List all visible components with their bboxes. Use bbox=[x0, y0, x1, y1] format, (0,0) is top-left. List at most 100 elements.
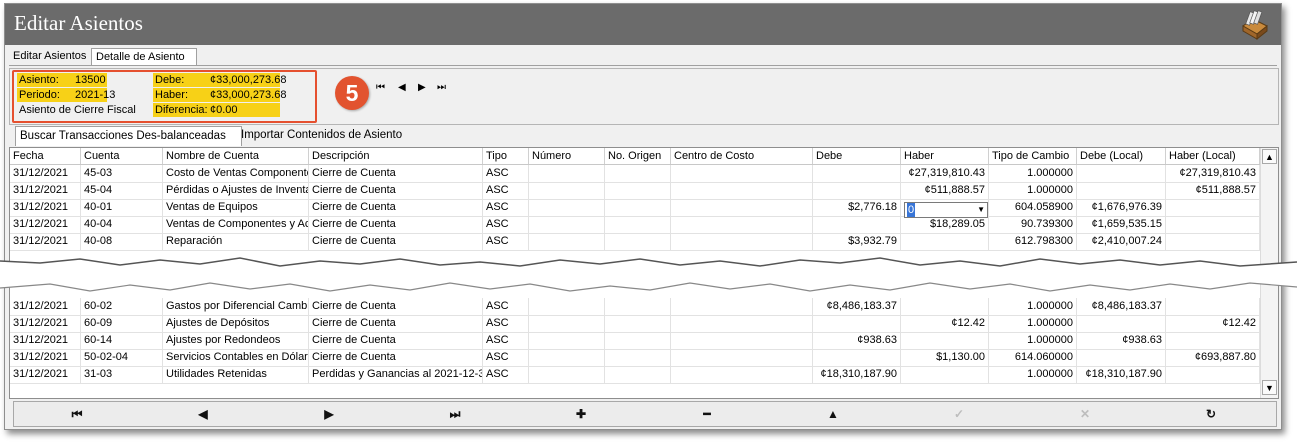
grid-cell[interactable]: 31/12/2021 bbox=[10, 298, 81, 315]
grid-cell[interactable]: Cierre de Cuenta bbox=[309, 165, 483, 182]
dropdown-arrow-icon[interactable]: ▼ bbox=[977, 203, 985, 217]
grid-cell[interactable]: ASC bbox=[483, 366, 529, 383]
grid-cell[interactable]: 31/12/2021 bbox=[10, 199, 81, 216]
grid-cell[interactable]: ¢27,319,810.43 bbox=[1166, 165, 1260, 182]
grid-cell[interactable]: ASC bbox=[483, 182, 529, 199]
cancel-edit-icon[interactable]: ✕ bbox=[1022, 402, 1148, 426]
grid-cell[interactable] bbox=[1166, 199, 1260, 216]
col-header-cuenta[interactable]: Cuenta bbox=[81, 148, 163, 164]
grid-cell[interactable]: 31/12/2021 bbox=[10, 216, 81, 233]
col-header-nombre-cuenta[interactable]: Nombre de Cuenta bbox=[163, 148, 309, 164]
grid-cell[interactable]: $2,776.18 bbox=[813, 199, 901, 216]
grid-cell[interactable] bbox=[901, 366, 989, 383]
grid-cell[interactable]: Cierre de Cuenta bbox=[309, 233, 483, 250]
grid-cell[interactable]: Ajustes de Depósitos bbox=[163, 315, 309, 332]
grid-cell[interactable]: ¢12.42 bbox=[901, 315, 989, 332]
first-asiento-icon[interactable]: ⏮ bbox=[376, 82, 385, 93]
grid-cell[interactable]: Cierre de Cuenta bbox=[309, 216, 483, 233]
grid-cell[interactable] bbox=[671, 233, 813, 250]
col-header-numero[interactable]: Número bbox=[529, 148, 605, 164]
grid-cell[interactable]: ASC bbox=[483, 315, 529, 332]
grid-cell[interactable]: Cierre de Cuenta bbox=[309, 182, 483, 199]
tab-importar-contenidos[interactable]: Importar Contenidos de Asiento bbox=[237, 126, 425, 145]
grid-cell[interactable]: 604.058900 bbox=[989, 199, 1077, 216]
grid-cell[interactable] bbox=[529, 349, 605, 366]
grid-cell[interactable] bbox=[529, 332, 605, 349]
next-asiento-icon[interactable]: ▶ bbox=[418, 82, 426, 93]
first-record-icon[interactable]: ⏮ bbox=[14, 402, 140, 426]
grid-cell[interactable] bbox=[901, 298, 989, 315]
scroll-up-icon[interactable]: ▲ bbox=[1262, 149, 1277, 164]
grid-cell[interactable]: Costo de Ventas Componente bbox=[163, 165, 309, 182]
grid-cell[interactable]: $1,130.00 bbox=[901, 349, 989, 366]
grid-cell[interactable]: 31-03 bbox=[81, 366, 163, 383]
tab-editar-asientos[interactable]: Editar Asientos bbox=[9, 48, 95, 66]
grid-cell[interactable]: Ajustes por Redondeos bbox=[163, 332, 309, 349]
table-row[interactable]: 31/12/2021 45-03 Costo de Ventas Component… bbox=[10, 165, 1260, 183]
grid-cell[interactable]: Cierre de Cuenta bbox=[309, 315, 483, 332]
grid-cell[interactable]: ASC bbox=[483, 233, 529, 250]
grid-cell[interactable]: ¢1,659,535.15 bbox=[1077, 216, 1166, 233]
grid-cell[interactable]: Ventas de Componentes y Acc bbox=[163, 216, 309, 233]
grid-cell[interactable] bbox=[529, 366, 605, 383]
grid-cell[interactable]: ¢8,486,183.37 bbox=[813, 298, 901, 315]
grid-cell[interactable]: ASC bbox=[483, 349, 529, 366]
grid-cell[interactable]: 1.000000 bbox=[989, 366, 1077, 383]
table-row[interactable]: 31/12/2021 31-03 Utilidades Retenidas Perdi… bbox=[10, 366, 1260, 384]
grid-cell[interactable] bbox=[1166, 216, 1260, 233]
grid-cell[interactable]: Cierre de Cuenta bbox=[309, 298, 483, 315]
grid-cell[interactable]: ¢12.42 bbox=[1166, 315, 1260, 332]
grid-cell[interactable]: Pérdidas o Ajustes de Inventa bbox=[163, 182, 309, 199]
grid-cell[interactable] bbox=[901, 233, 989, 250]
grid-cell[interactable] bbox=[813, 315, 901, 332]
grid-cell[interactable]: ¢2,410,007.24 bbox=[1077, 233, 1166, 250]
grid-cell[interactable]: ASC bbox=[483, 298, 529, 315]
grid-cell[interactable] bbox=[605, 332, 671, 349]
grid-cell[interactable] bbox=[901, 332, 989, 349]
grid-cell[interactable] bbox=[671, 315, 813, 332]
col-header-haber-local[interactable]: Haber (Local) bbox=[1166, 148, 1260, 164]
grid-cell[interactable] bbox=[813, 216, 901, 233]
grid-cell[interactable]: ¢18,310,187.90 bbox=[813, 366, 901, 383]
grid-cell[interactable]: ¢1,676,976.39 bbox=[1077, 199, 1166, 216]
grid-cell[interactable] bbox=[605, 165, 671, 182]
grid-cell[interactable]: ASC bbox=[483, 199, 529, 216]
grid-cell[interactable]: 614.060000 bbox=[989, 349, 1077, 366]
grid-cell[interactable]: 45-04 bbox=[81, 182, 163, 199]
add-record-icon[interactable]: ✚ bbox=[518, 402, 644, 426]
grid-cell[interactable] bbox=[1166, 233, 1260, 250]
grid-cell[interactable]: 31/12/2021 bbox=[10, 349, 81, 366]
grid-cell[interactable]: Ventas de Equipos bbox=[163, 199, 309, 216]
col-header-haber[interactable]: Haber bbox=[901, 148, 989, 164]
grid-cell[interactable]: 1.000000 bbox=[989, 298, 1077, 315]
grid-cell[interactable]: 45-03 bbox=[81, 165, 163, 182]
grid-cell[interactable] bbox=[671, 182, 813, 199]
grid-cell[interactable] bbox=[1166, 332, 1260, 349]
table-row[interactable]: 31/12/2021 40-04 Ventas de Componentes y A… bbox=[10, 216, 1260, 234]
grid-cell[interactable] bbox=[529, 216, 605, 233]
table-row[interactable]: 31/12/2021 40-08 Reparación Cierre de Cuent… bbox=[10, 233, 1260, 251]
grid-cell[interactable]: ¢511,888.57 bbox=[901, 182, 989, 199]
grid-cell[interactable] bbox=[1077, 165, 1166, 182]
grid-cell[interactable] bbox=[671, 216, 813, 233]
grid-cell[interactable]: Servicios Contables en Dólare bbox=[163, 349, 309, 366]
grid-cell[interactable] bbox=[1166, 366, 1260, 383]
grid-cell[interactable] bbox=[671, 366, 813, 383]
grid-cell[interactable]: 40-08 bbox=[81, 233, 163, 250]
grid-cell[interactable] bbox=[1077, 349, 1166, 366]
haber-edit-field[interactable]: 0 ▼ bbox=[904, 202, 988, 218]
grid-cell[interactable] bbox=[813, 349, 901, 366]
post-edit-icon[interactable]: ✓ bbox=[896, 402, 1022, 426]
grid-cell[interactable]: ¢27,319,810.43 bbox=[901, 165, 989, 182]
grid-cell[interactable]: 31/12/2021 bbox=[10, 366, 81, 383]
grid-cell[interactable]: 60-02 bbox=[81, 298, 163, 315]
grid-cell[interactable]: 50-02-04 bbox=[81, 349, 163, 366]
grid-cell[interactable]: 90.739300 bbox=[989, 216, 1077, 233]
grid-cell[interactable]: ¢938.63 bbox=[1077, 332, 1166, 349]
grid-cell[interactable]: 1.000000 bbox=[989, 182, 1077, 199]
grid-cell[interactable] bbox=[605, 216, 671, 233]
table-row[interactable]: 31/12/2021 60-14 Ajustes por Redondeos Cier… bbox=[10, 332, 1260, 350]
grid-cell[interactable]: 40-01 bbox=[81, 199, 163, 216]
edit-record-icon[interactable]: ▲ bbox=[770, 402, 896, 426]
grid-cell[interactable] bbox=[671, 349, 813, 366]
